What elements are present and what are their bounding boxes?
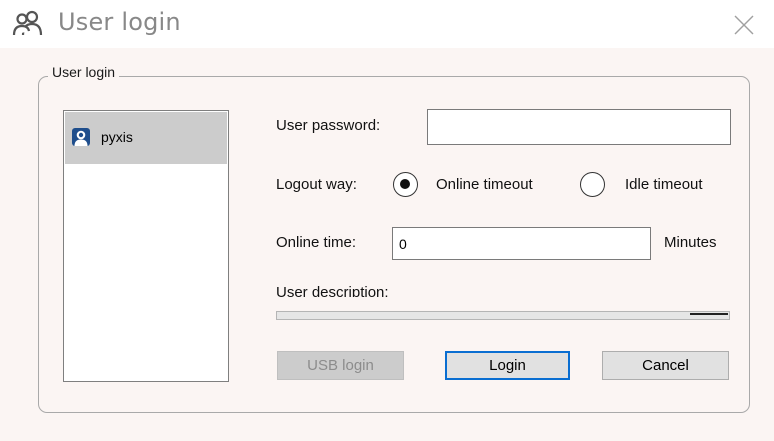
online-time-label: Online time: [276,234,357,251]
minutes-unit-label: Minutes [664,234,717,251]
password-field[interactable] [427,109,731,145]
user-name: pyxis [101,129,133,145]
online-time-field[interactable] [392,227,651,260]
logout-way-label: Logout way: [276,176,357,193]
user-description-field[interactable] [276,311,730,320]
radio-idle-timeout-label: Idle timeout [625,176,703,193]
list-item[interactable]: pyxis [65,112,227,164]
radio-selected-dot [400,179,410,189]
close-icon[interactable] [733,14,755,36]
scrollbar-thumb[interactable] [690,313,728,315]
user-list[interactable]: pyxis [63,110,229,382]
title-bar: User login [0,0,774,48]
user-avatar-icon [72,128,90,146]
radio-idle-timeout[interactable] [580,172,605,197]
password-label: User password: [276,117,381,134]
window-title: User login [58,8,181,36]
radio-online-timeout-label: Online timeout [436,176,533,193]
user-description-label: User description: [276,284,389,297]
group-label: User login [48,64,120,80]
users-icon [12,10,43,36]
cancel-button[interactable]: Cancel [602,351,729,380]
login-button[interactable]: Login [445,351,570,380]
usb-login-button[interactable]: USB login [277,351,404,380]
radio-online-timeout[interactable] [393,172,418,197]
